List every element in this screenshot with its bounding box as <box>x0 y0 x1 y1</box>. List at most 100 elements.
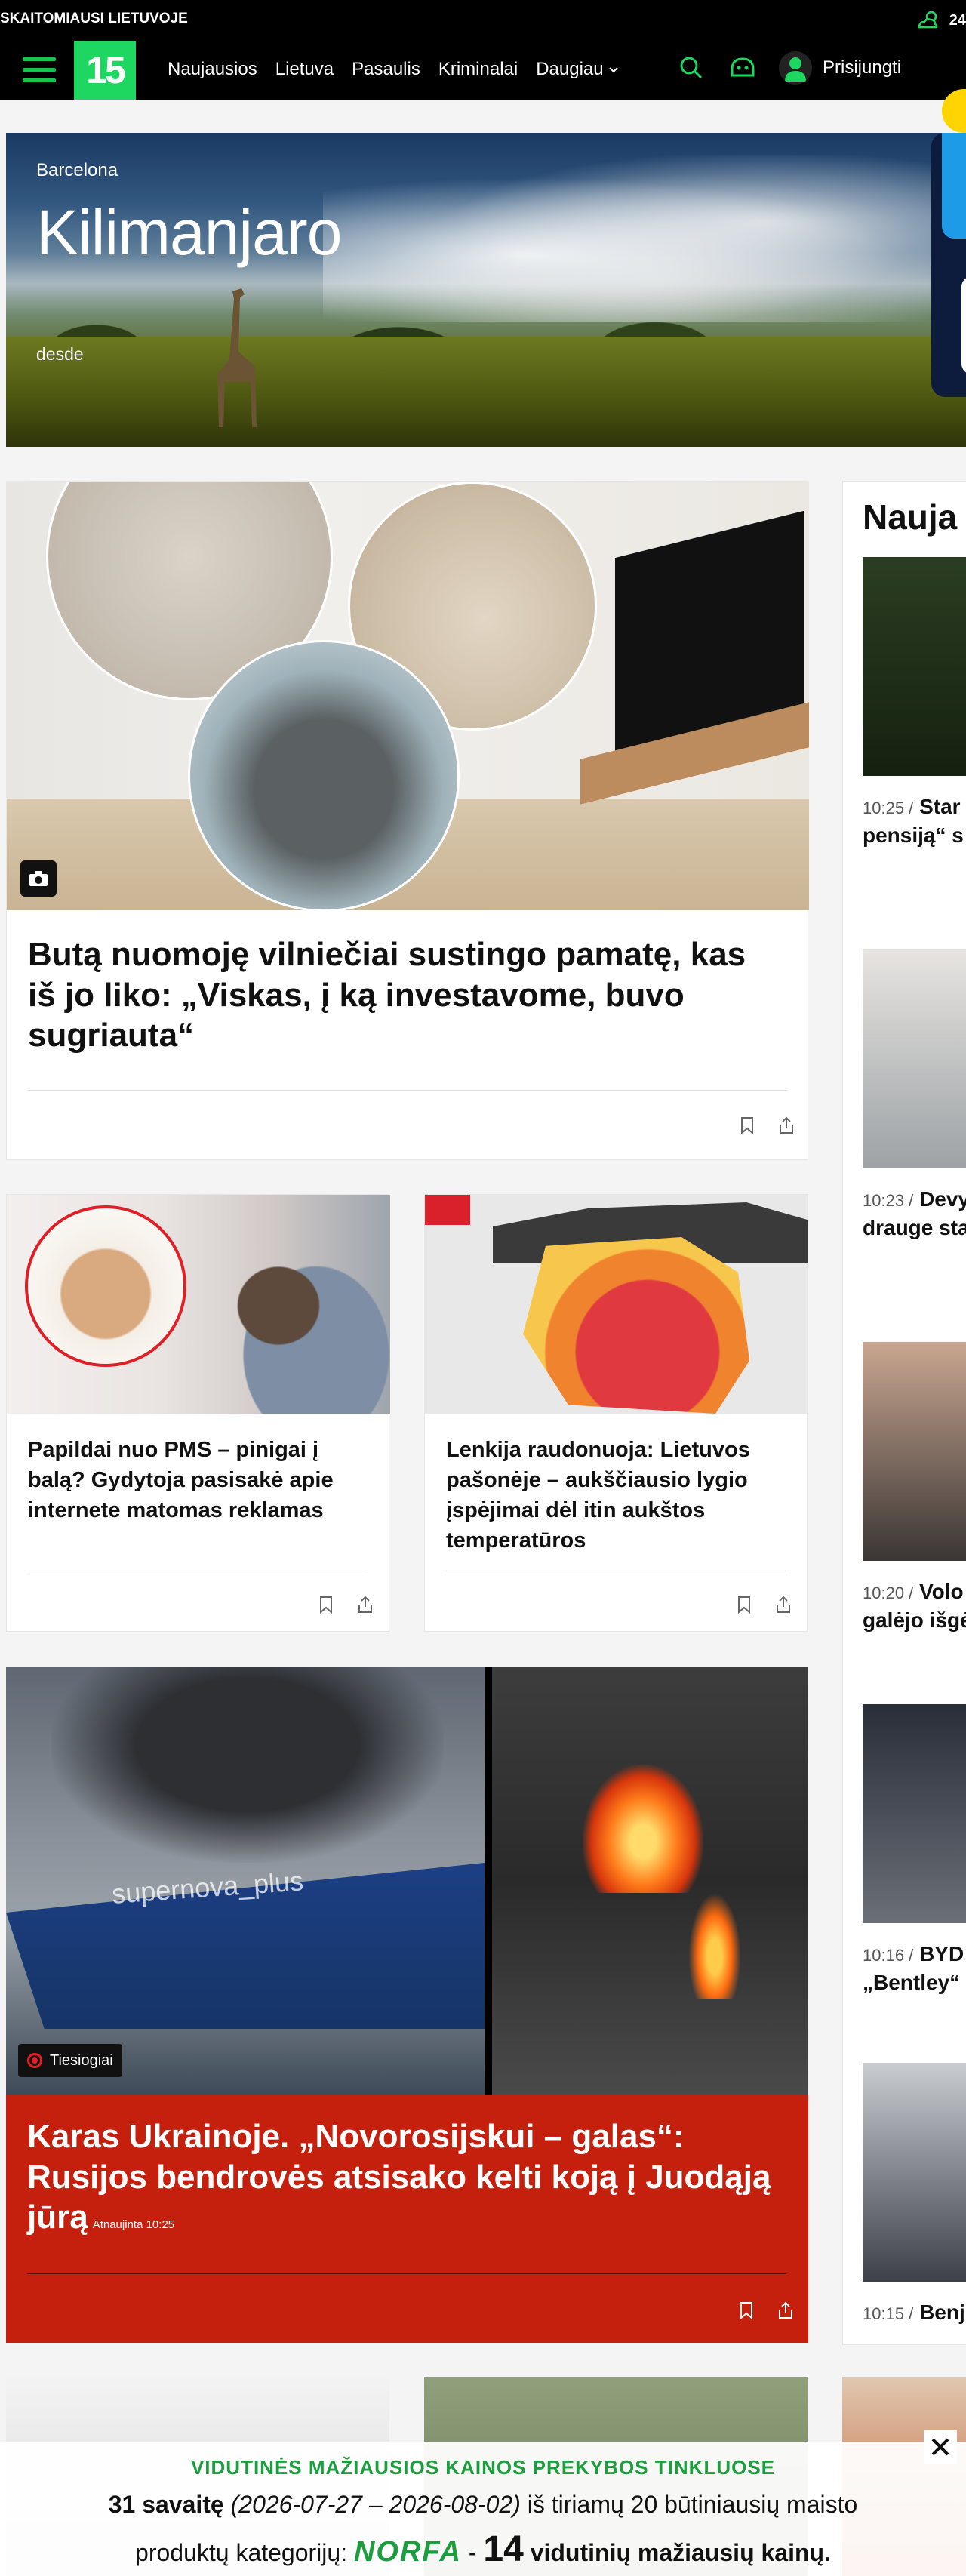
bookmark-icon[interactable] <box>737 2301 756 2320</box>
sidebar-item[interactable]: 10:16 / BYD visureigį, „Bentley“ <box>863 1704 966 1998</box>
main-article-headline[interactable]: Butą nuomoję vilniečiai sustingo pamatę,… <box>28 934 783 1056</box>
main-article-card[interactable]: Butą nuomoję vilniečiai sustingo pamatę,… <box>6 481 809 1160</box>
live-badge: Tiesiogiai <box>18 2044 122 2077</box>
sidebar-item-text: 10:23 / Devy Estijos me drauge sta ligon… <box>863 1185 966 1243</box>
bookmark-icon[interactable] <box>737 1116 757 1135</box>
weather-widget[interactable]: 24 <box>915 8 966 33</box>
nav-links: Naujausios Lietuva Pasaulis Kriminalai D… <box>168 59 619 80</box>
share-icon[interactable] <box>776 2301 795 2320</box>
promo-pill[interactable] <box>942 89 966 133</box>
sidebar-item[interactable]: 10:20 / Volo balistinių galėjo išgė <box>863 1342 966 1636</box>
top-bar: SKAITOMIAUSI LIETUVOJE 24 <box>0 0 966 41</box>
promo-line1-rest: iš tiriamų 20 būtiniausių maisto <box>527 2491 858 2518</box>
norfa-logo[interactable]: NORFA <box>354 2536 462 2568</box>
temperature: 24 <box>949 11 966 29</box>
price-promo-bar: VIDUTINĖS MAŽIAUSIOS KAINOS PREKYBOS TIN… <box>0 2430 966 2576</box>
promo-line-2: produktų kategorijų: NORFA - 14 vidutini… <box>0 2528 966 2570</box>
login-button[interactable]: Prisijungti <box>779 51 901 85</box>
cloud-sun-icon <box>918 11 938 29</box>
article-actions <box>734 1595 793 1614</box>
updated-time: Atnaujinta 10:25 <box>92 2218 175 2232</box>
sidebar-thumb <box>863 949 966 1168</box>
photo-ship: supernova_plus <box>6 1667 485 2095</box>
photo-map-poland <box>523 1237 749 1414</box>
share-icon[interactable] <box>355 1595 375 1614</box>
banner-clouds <box>323 155 966 322</box>
promo-dates: (2026-07-27 – 2026-08-02) <box>230 2491 521 2518</box>
banner-side-white <box>961 276 966 374</box>
sidebar-title: Nauja <box>863 497 958 537</box>
login-label: Prisijungti <box>823 57 902 78</box>
sidebar-item-time: 10:25 / <box>863 799 914 817</box>
live-badge-label: Tiesiogiai <box>50 2051 113 2069</box>
main-nav: 15 Naujausios Lietuva Pasaulis Kriminala… <box>0 41 966 133</box>
photo-smoke <box>51 1667 444 1863</box>
banner-desde: desde <box>36 344 84 364</box>
live-article-card[interactable]: supernova_plus Tiesiogiai Karas Ukrainoj… <box>6 1667 808 2343</box>
main-article-photo <box>7 482 809 910</box>
article-card[interactable]: Papildai nuo PMS – pinigai į balą? Gydyt… <box>6 1194 390 1632</box>
nav-link-naujausios[interactable]: Naujausios <box>168 59 257 80</box>
photo-fire <box>492 1667 808 2095</box>
sidebar-item-time: 10:15 / <box>863 2304 914 2323</box>
share-icon[interactable] <box>774 1595 793 1614</box>
divider <box>28 1090 787 1091</box>
photo-flame-1 <box>583 1765 703 1893</box>
sidebar-item-text: 10:25 / Star žinomi vei pensiją“ s taip … <box>863 792 966 851</box>
article-headline[interactable]: Lenkija raudonuoja: Lietuvos pašonėje – … <box>446 1435 786 1556</box>
promo-count: 14 <box>483 2529 524 2569</box>
article-actions <box>737 1116 796 1135</box>
share-icon[interactable] <box>777 1116 796 1135</box>
promo-line2-b: vidutinių mažiausių kainų. <box>530 2539 831 2566</box>
article-actions <box>737 2301 795 2320</box>
bookmark-icon[interactable] <box>316 1595 336 1614</box>
promo-heading: VIDUTINĖS MAŽIAUSIOS KAINOS PREKYBOS TIN… <box>190 2456 776 2479</box>
nav-link-pasaulis[interactable]: Pasaulis <box>352 59 420 80</box>
sidebar-thumb <box>863 1342 966 1561</box>
latest-news-sidebar: Nauja 10:25 / Star žinomi vei pensiją“ s… <box>842 481 966 2345</box>
bookmark-icon[interactable] <box>734 1595 754 1614</box>
sidebar-item[interactable]: 10:23 / Devy Estijos me drauge sta ligon… <box>863 949 966 1243</box>
sidebar-item-time: 10:16 / <box>863 1946 914 1965</box>
search-icon[interactable] <box>676 53 706 83</box>
live-article-photo: supernova_plus Tiesiogiai <box>6 1667 808 2095</box>
promo-dash: - <box>468 2539 477 2566</box>
photo-woman <box>203 1217 390 1414</box>
photo-flag <box>425 1195 470 1225</box>
nav-link-lietuva[interactable]: Lietuva <box>275 59 334 80</box>
article-headline[interactable]: Papildai nuo PMS – pinigai į balą? Gydyt… <box>28 1435 368 1525</box>
camera-icon <box>20 860 57 897</box>
chat-icon[interactable] <box>728 53 758 83</box>
menu-icon[interactable] <box>23 57 56 83</box>
user-icon <box>779 51 812 85</box>
sidebar-item-time: 10:23 / <box>863 1191 914 1210</box>
chevron-down-icon <box>608 67 618 73</box>
photo-pills <box>25 1205 186 1367</box>
article-actions <box>316 1595 375 1614</box>
sidebar-item[interactable]: 10:25 / Star žinomi vei pensiją“ s taip … <box>863 557 966 851</box>
photo-inset-3 <box>188 640 460 910</box>
banner-side-panel <box>931 133 966 397</box>
site-logo[interactable]: 15 <box>74 41 136 100</box>
banner-title: Kilimanjaro <box>36 197 342 268</box>
sidebar-item-title: Benj <box>919 2301 965 2324</box>
sidebar-item[interactable]: 10:15 / Benj <box>863 2063 966 2327</box>
banner-ad[interactable]: Barcelona Kilimanjaro desde <box>6 133 966 447</box>
live-article-headline[interactable]: Karas Ukrainoje. „Novorosijskui – galas“… <box>27 2116 782 2238</box>
sidebar-item-text: 10:15 / Benj <box>863 2298 966 2327</box>
photo-flame-2 <box>688 1893 741 1999</box>
banner-city: Barcelona <box>36 160 118 180</box>
nav-link-daugiau-label: Daugiau <box>536 59 604 79</box>
nav-right: Prisijungti <box>676 51 901 85</box>
sidebar-item-text: 10:20 / Volo balistinių galėjo išgė <box>863 1577 966 1636</box>
nav-link-daugiau[interactable]: Daugiau <box>536 59 618 80</box>
giraffe-image <box>217 288 257 427</box>
banner-grass <box>6 337 966 447</box>
article-photo <box>425 1195 808 1414</box>
article-card[interactable]: Lenkija raudonuoja: Lietuvos pašonėje – … <box>424 1194 808 1632</box>
divider <box>27 2273 786 2274</box>
live-icon <box>27 2053 42 2068</box>
banner-side-blue <box>942 133 966 239</box>
promo-line2-a: produktų kategorijų: <box>135 2539 348 2566</box>
nav-link-kriminalai[interactable]: Kriminalai <box>438 59 518 80</box>
